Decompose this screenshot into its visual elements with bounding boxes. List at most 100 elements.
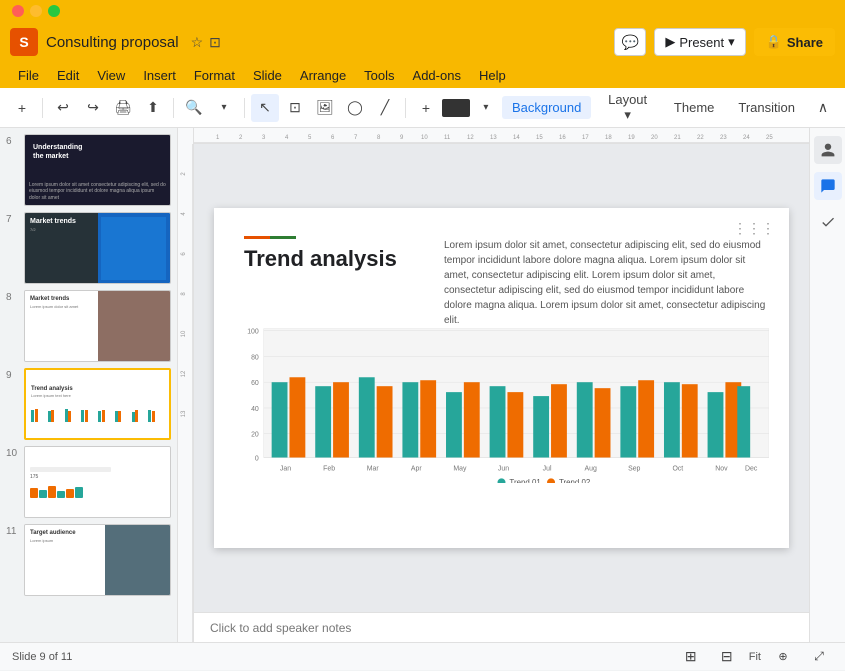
menu-slide[interactable]: Slide [245,66,290,85]
svg-text:Trend 01: Trend 01 [509,478,541,483]
svg-text:Dec: Dec [745,465,758,472]
tab-theme[interactable]: Theme [664,96,724,119]
print-button[interactable]: 🖨 [109,94,137,122]
slide-thumb-9[interactable]: Trend analysis Lorem ipsum text here [24,368,171,440]
list-view-button[interactable]: ⊟ [713,643,741,671]
menu-format[interactable]: Format [186,66,243,85]
share-button[interactable]: 🔒 Share [754,28,835,56]
comment-icon: 💬 [622,34,639,51]
slide-container[interactable]: ⋮⋮⋮ Trend analysis Lorem ipsum dolor sit… [194,144,809,612]
svg-text:12: 12 [181,370,187,377]
svg-text:17: 17 [582,135,589,141]
bottom-bar: Slide 9 of 11 ⊞ ⊟ Fit ⊕ ⤢ [0,642,845,670]
svg-text:22: 22 [697,135,704,141]
svg-text:8: 8 [377,135,381,141]
svg-text:5: 5 [308,135,312,141]
slide-item-6[interactable]: 6 Understandingthe market Lorem ipsum do… [6,134,171,206]
slide-body-text: Lorem ipsum dolor sit amet, consectetur … [444,238,769,328]
svg-text:Mar: Mar [367,465,380,472]
add-button[interactable]: + [8,94,36,122]
minimize-button[interactable] [30,5,42,17]
svg-text:Aug: Aug [585,465,597,472]
select-tool[interactable]: ↖ [251,94,279,122]
panel-person-icon[interactable] [814,136,842,164]
present-dropdown-icon: ▾ [728,34,735,50]
svg-text:40: 40 [251,406,259,413]
collapse-panel-button[interactable]: ∧ [809,94,837,122]
color-button[interactable] [442,99,470,117]
insert-button[interactable]: + [412,94,440,122]
zoom-dropdown[interactable]: ▾ [210,94,238,122]
fullscreen-button[interactable]: ⤢ [805,643,833,671]
title-bar [0,0,845,22]
ruler-vertical: 2 4 6 8 10 12 13 [178,128,194,642]
grid-view-button[interactable]: ⊞ [677,643,705,671]
image-tool[interactable]: 🖼 [311,94,339,122]
present-icon: ▶ [665,34,675,50]
present-button[interactable]: ▶ Present ▾ [654,28,745,56]
canvas-area: 2 4 6 8 10 12 13 1 2 3 4 [178,128,809,642]
panel-check-icon[interactable] [814,208,842,236]
panel-comment-icon[interactable] [814,172,842,200]
svg-text:23: 23 [720,135,727,141]
menu-bar: File Edit View Insert Format Slide Arran… [0,62,845,88]
svg-text:Nov: Nov [715,465,728,472]
svg-text:Feb: Feb [323,465,335,472]
speaker-notes[interactable]: Click to add speaker notes [194,612,809,642]
svg-text:60: 60 [251,380,259,387]
slide-thumb-10[interactable]: 175 [24,446,171,518]
svg-text:11: 11 [444,135,451,141]
slide-more-icon[interactable]: ⋮⋮⋮ [733,220,775,237]
slide-thumb-11[interactable]: Target audience Lorem ipsum [24,524,171,596]
main-layout: 6 Understandingthe market Lorem ipsum do… [0,128,845,642]
zoom-button[interactable]: 🔍 [180,94,208,122]
menu-insert[interactable]: Insert [135,66,184,85]
svg-text:Jun: Jun [498,465,509,472]
undo-button[interactable]: ↩ [49,94,77,122]
slide-item-11[interactable]: 11 Target audience Lorem ipsum [6,524,171,596]
app-icon: S [10,28,38,56]
drive-icon[interactable]: ⊡ [209,34,221,51]
close-button[interactable] [12,5,24,17]
slide-item-7[interactable]: 7 Market trends 7/2 [6,212,171,284]
textbox-tool[interactable]: ⊡ [281,94,309,122]
slide-thumb-7[interactable]: Market trends 7/2 [24,212,171,284]
color-dropdown[interactable]: ▾ [472,94,500,122]
svg-text:4: 4 [285,135,289,141]
svg-text:10: 10 [181,330,187,337]
menu-tools[interactable]: Tools [356,66,402,85]
spell-button[interactable]: ⬆ [139,94,167,122]
tab-layout[interactable]: Layout ▾ [595,88,660,127]
maximize-button[interactable] [48,5,60,17]
menu-edit[interactable]: Edit [49,66,87,85]
shape-tool[interactable]: ◯ [341,94,369,122]
menu-help[interactable]: Help [471,66,514,85]
redo-button[interactable]: ↪ [79,94,107,122]
svg-text:24: 24 [743,135,750,141]
svg-text:Apr: Apr [411,465,422,472]
tab-background[interactable]: Background [502,96,591,119]
slide-number-6: 6 [6,134,18,147]
slide-thumb-8[interactable]: Market trends Lorem ipsum dolor sit amet [24,290,171,362]
canvas-scroll: 1 2 3 4 5 6 7 8 9 10 11 12 13 14 [194,128,809,642]
svg-text:Jul: Jul [543,465,552,472]
chart-container: 100 80 60 40 20 0 [234,328,769,518]
menu-addons[interactable]: Add-ons [405,66,469,85]
zoom-fit-button[interactable]: ⊕ [769,643,797,671]
svg-text:19: 19 [628,135,635,141]
menu-view[interactable]: View [89,66,133,85]
star-icon[interactable]: ☆ [191,34,204,51]
slide-item-8[interactable]: 8 Market trends Lorem ipsum dolor sit am… [6,290,171,362]
svg-text:8: 8 [181,292,187,296]
svg-text:100: 100 [247,329,259,336]
slide-thumb-6[interactable]: Understandingthe market Lorem ipsum dolo… [24,134,171,206]
slide-item-9[interactable]: 9 Trend analysis Lorem ipsum text here [6,368,171,440]
slide-item-10[interactable]: 10 175 [6,446,171,518]
slide-canvas[interactable]: ⋮⋮⋮ Trend analysis Lorem ipsum dolor sit… [214,208,789,548]
speaker-notes-placeholder: Click to add speaker notes [210,621,351,635]
menu-arrange[interactable]: Arrange [292,66,354,85]
line-tool[interactable]: ╱ [371,94,399,122]
tab-transition[interactable]: Transition [728,96,805,119]
menu-file[interactable]: File [10,66,47,85]
comment-button[interactable]: 💬 [614,28,646,56]
